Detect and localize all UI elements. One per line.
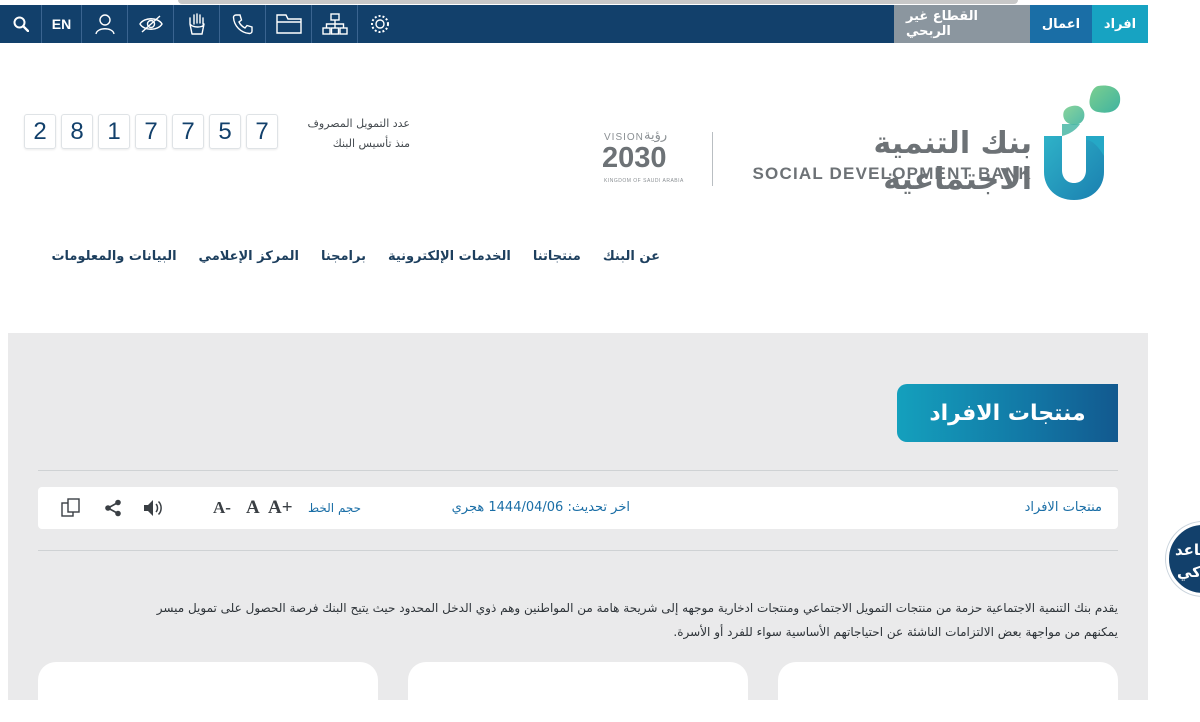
language-toggle[interactable]: EN — [42, 5, 82, 43]
share-icon[interactable] — [100, 495, 126, 521]
segment-nonprofit-tab[interactable]: القطاع غير الربحي — [894, 5, 1030, 43]
font-size-label: حجم الخط — [308, 501, 362, 515]
search-icon[interactable] — [0, 5, 42, 43]
counter-digit: 2 — [24, 114, 56, 149]
sign-language-icon[interactable] — [174, 5, 220, 43]
main-navigation: عن البنك منتجاتنا الخدمات الإلكترونية بر… — [30, 244, 660, 270]
counter-digit: 1 — [98, 114, 130, 149]
page-description: يقدم بنك التنمية الاجتماعية حزمة من منتج… — [40, 596, 1118, 644]
counter-digit: 7 — [135, 114, 167, 149]
assistant-label-line2: ذكي — [1177, 563, 1200, 581]
vision-2030-logo: VISION رؤية 2030 KINGDOM OF SAUDI ARABIA — [598, 128, 688, 190]
eye-off-icon[interactable] — [128, 5, 174, 43]
header-divider — [712, 132, 713, 186]
phone-icon[interactable] — [220, 5, 266, 43]
bank-name-english: SOCIAL DEVELOPMENT BANK — [752, 164, 1032, 183]
user-icon[interactable] — [82, 5, 128, 43]
description-line2: يمكنهم من مواجهة بعض الالتزامات الناشئة … — [673, 625, 1118, 639]
counter-digit: 7 — [246, 114, 278, 149]
counter-caption-line2: منذ تأسيس البنك — [332, 137, 410, 150]
counter-caption: عدد التمويل المصروف منذ تأسيس البنك — [290, 114, 410, 154]
assistant-label-line1: ساعد — [1175, 541, 1200, 559]
vision-label-arabic: رؤية — [644, 128, 668, 143]
page-right-margin — [1148, 0, 1200, 700]
counter-digit: 5 — [209, 114, 241, 149]
nav-item-eservices[interactable]: الخدمات الإلكترونية — [388, 244, 511, 270]
nav-item-products[interactable]: منتجاتنا — [533, 244, 581, 270]
page-toolbar: A- A A+ حجم الخط اخر تحديث: 1444/04/06 ه… — [38, 487, 1118, 529]
bank-logo-icon[interactable] — [1040, 84, 1126, 202]
speaker-icon[interactable] — [140, 495, 166, 521]
nav-item-programs[interactable]: برامجنا — [321, 244, 366, 270]
font-normal-button[interactable]: A — [246, 496, 260, 520]
vision-year: 2030 — [602, 142, 667, 174]
segment-individuals-tab[interactable]: افراد — [1092, 5, 1148, 43]
description-line1: يقدم بنك التنمية الاجتماعية حزمة من منتج… — [156, 601, 1118, 615]
last-update: اخر تحديث: 1444/04/06 هجري — [451, 500, 630, 515]
audience-segments: القطاع غير الربحي اعمال افراد — [894, 5, 1148, 43]
counter-caption-line1: عدد التمويل المصروف — [307, 117, 410, 130]
utility-bar: EN القطاع غير الربحي اعمال افراد — [0, 5, 1148, 43]
product-card[interactable] — [408, 662, 748, 722]
counter-digit: 7 — [172, 114, 204, 149]
settings-icon[interactable] — [358, 5, 402, 43]
page-title: منتجات الافراد — [929, 400, 1086, 426]
divider — [38, 470, 1118, 471]
nav-item-data-information[interactable]: البيانات والمعلومات — [51, 244, 176, 270]
font-decrease-button[interactable]: A- — [213, 496, 231, 520]
page-title-banner: منتجات الافراد — [897, 384, 1118, 442]
copy-icon[interactable] — [58, 495, 84, 521]
font-increase-button[interactable]: A+ — [268, 496, 293, 520]
folder-icon[interactable] — [266, 5, 312, 43]
product-card[interactable] — [38, 662, 378, 722]
nav-item-about[interactable]: عن البنك — [603, 244, 660, 270]
utility-tools: EN — [0, 5, 402, 43]
breadcrumb[interactable]: منتجات الافراد — [1025, 487, 1102, 529]
product-card[interactable] — [778, 662, 1118, 722]
counter-digit: 8 — [61, 114, 93, 149]
vision-kingdom: KINGDOM OF SAUDI ARABIA — [604, 178, 684, 184]
window-handle — [178, 0, 1018, 4]
bank-name-arabic: بنك التنمية الاجتماعية — [873, 126, 1032, 197]
sitemap-icon[interactable] — [312, 5, 358, 43]
divider — [38, 550, 1118, 551]
segment-business-tab[interactable]: اعمال — [1030, 5, 1092, 43]
financing-counter: 2 8 1 7 7 5 7 — [24, 114, 278, 149]
nav-item-media-center[interactable]: المركز الإعلامي — [199, 244, 299, 270]
